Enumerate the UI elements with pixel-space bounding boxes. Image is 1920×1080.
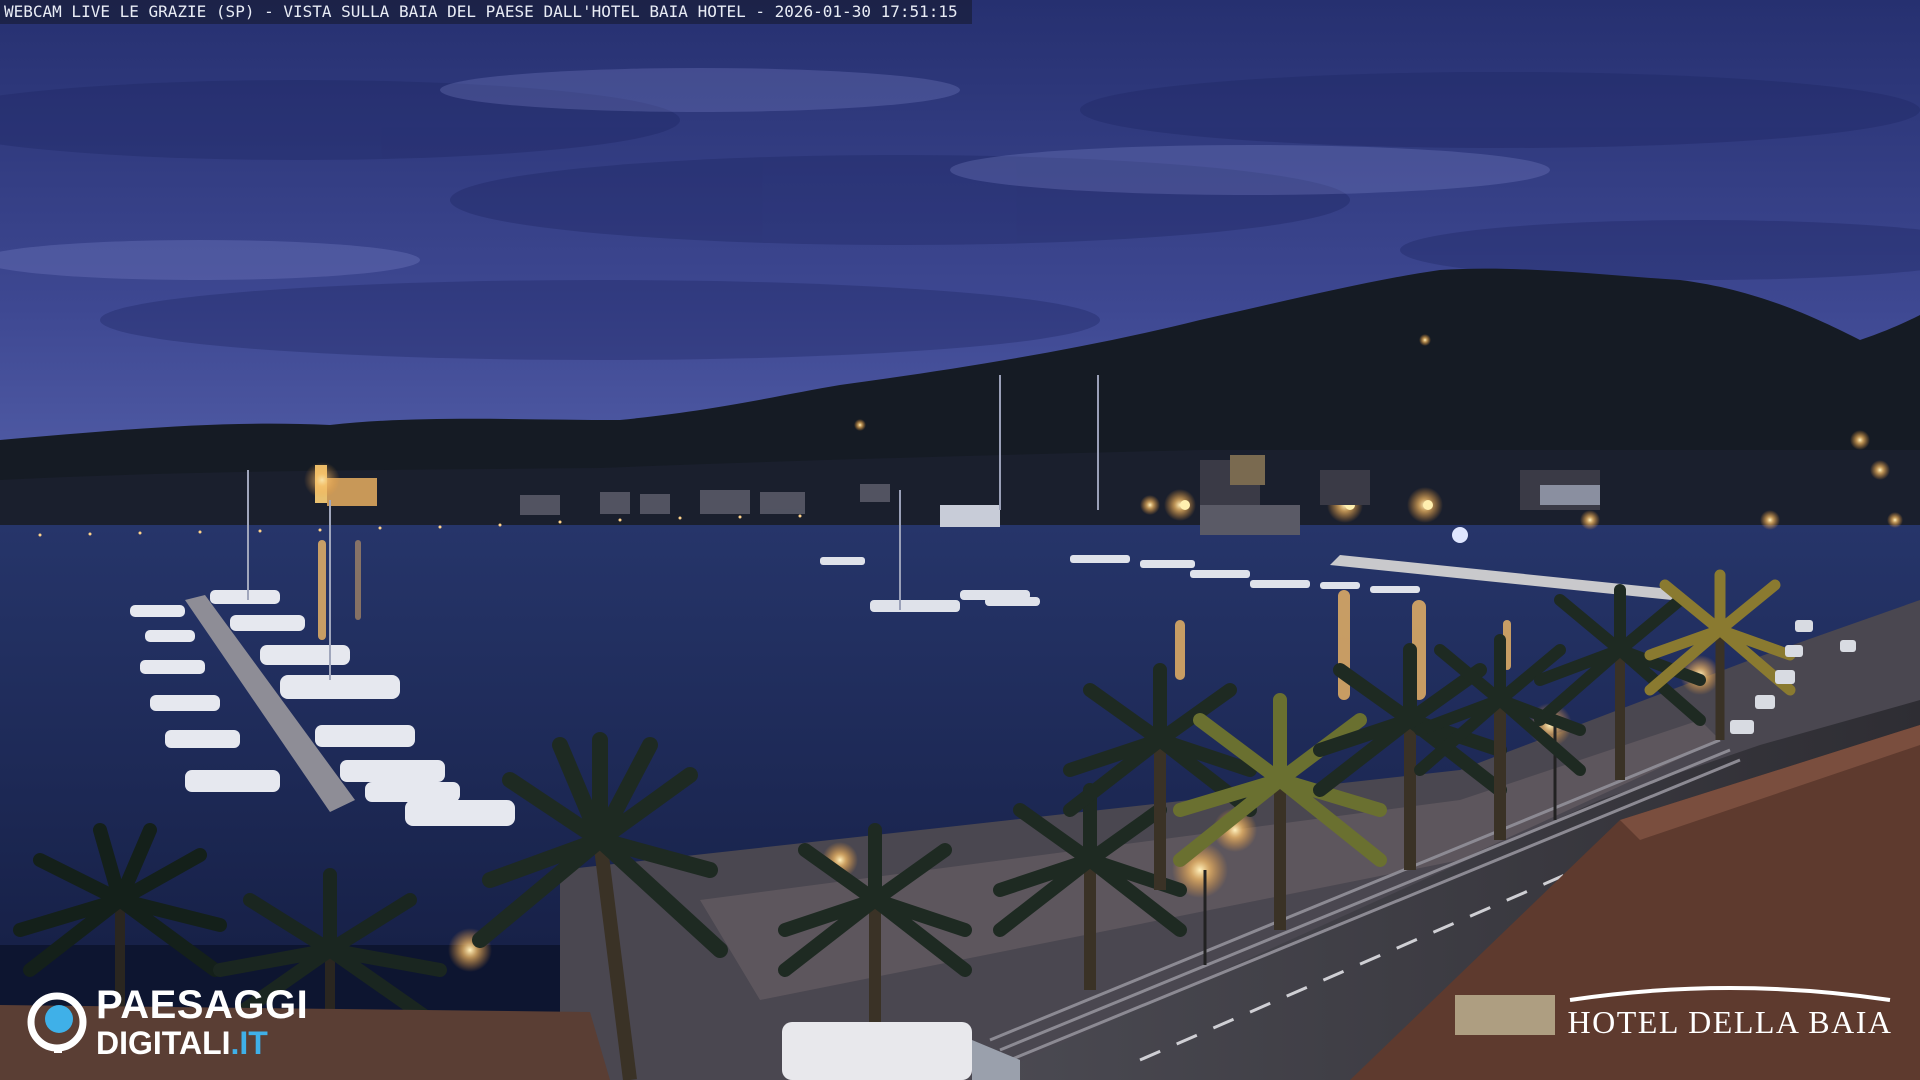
- logo-brand-line2-prefix: DIGITALI: [96, 1025, 231, 1061]
- hotel-logo-arc-icon: [1569, 986, 1891, 1002]
- hotel-della-baia-logo: HOTEL DELLA BAIA: [1560, 982, 1900, 1052]
- logo-brand-line2-suffix: .IT: [230, 1025, 268, 1061]
- logo-brand-line2: DIGITALI.IT: [96, 1027, 308, 1059]
- webcam-view: WEBCAM LIVE LE GRAZIE (SP) - VISTA SULLA…: [0, 0, 1920, 1080]
- bay-scene-image: [0, 0, 1920, 1080]
- eye-icon: [26, 991, 88, 1055]
- hotel-name: HOTEL DELLA BAIA: [1567, 1004, 1893, 1040]
- logo-brand-line1: PAESAGGI: [96, 983, 309, 1027]
- webcam-caption: WEBCAM LIVE LE GRAZIE (SP) - VISTA SULLA…: [0, 0, 972, 24]
- paesaggi-digitali-logo: PAESAGGI DIGITALI.IT: [26, 983, 309, 1059]
